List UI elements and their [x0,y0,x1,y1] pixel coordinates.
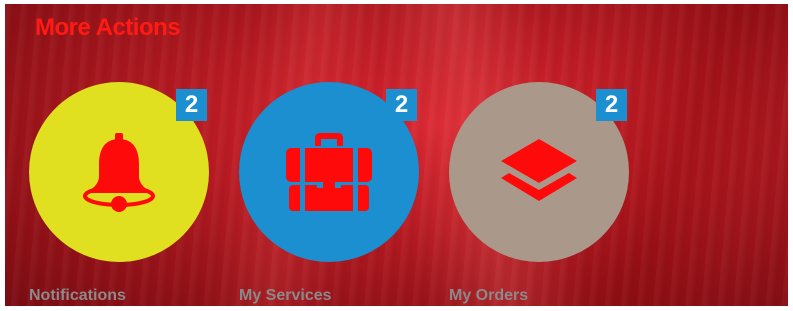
section-title: More Actions [35,14,181,41]
bell-icon [77,130,161,214]
my-orders-label[interactable]: My Orders [449,287,528,305]
more-actions-panel: More Actions 2 Notifications 2 My Servic… [5,4,788,306]
notifications-label[interactable]: Notifications [29,287,126,305]
my-services-label[interactable]: My Services [239,287,332,305]
my-services-count-badge: 2 [386,89,417,121]
notifications-tile[interactable]: 2 Notifications [29,82,229,304]
layers-icon [499,137,579,207]
notifications-count-badge: 2 [176,89,207,121]
my-orders-tile[interactable]: 2 My Orders [449,82,649,304]
briefcase-icon [281,130,377,214]
my-services-tile[interactable]: 2 My Services [239,82,439,304]
my-orders-count-badge: 2 [596,89,627,121]
